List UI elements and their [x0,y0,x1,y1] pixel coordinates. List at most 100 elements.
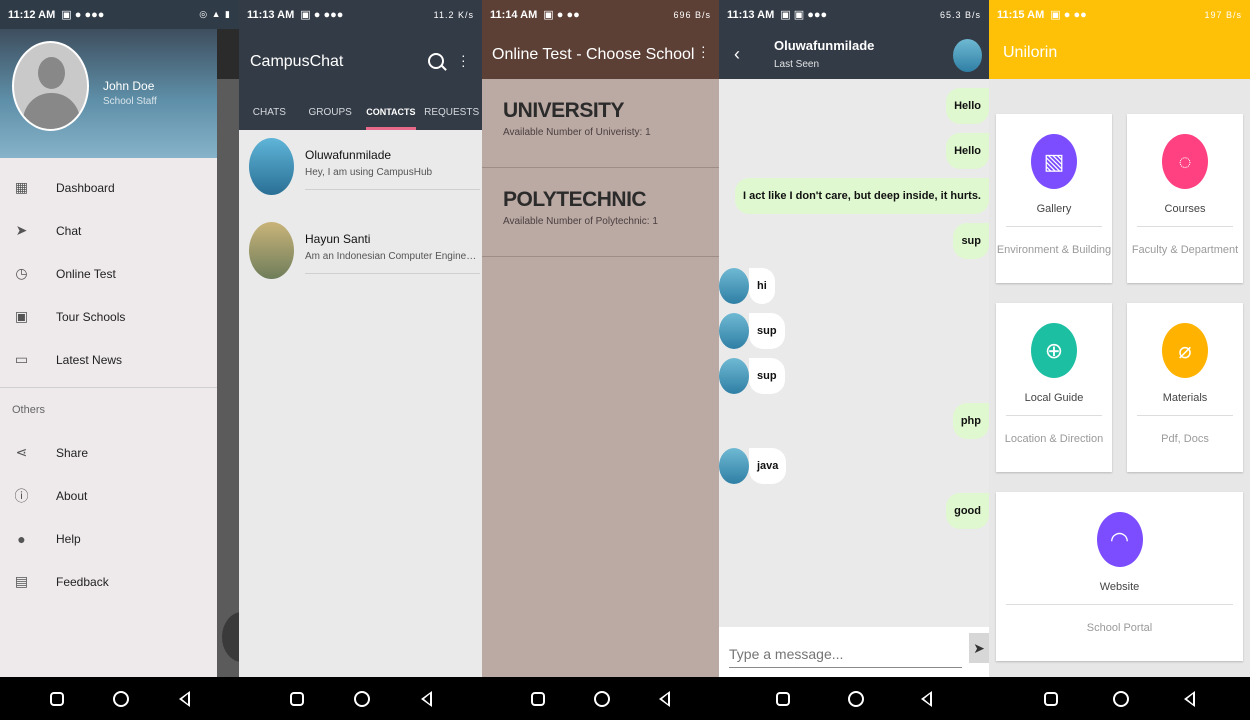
status-bar: 11:13 AM ▣ ● ●●● 11.2 K/s [239,0,482,29]
back-button[interactable] [659,690,670,707]
tab-chats[interactable]: CHATS [239,94,300,130]
system-nav-bar [239,677,482,720]
tab-requests[interactable]: REQUESTS [421,94,482,130]
card-title: Local Guide [1024,392,1084,404]
system-nav-bar [989,677,1250,720]
send-icon: ➤ [15,222,28,238]
user-name: John Doe [103,79,155,93]
info-icon: ⓘ [14,487,29,504]
message-input[interactable] [729,640,962,668]
menu-item-label: Tour Schools [56,309,126,324]
home-button[interactable] [1113,690,1129,707]
menu-item-latest-news[interactable]: ▭ Latest News [0,338,217,381]
card-website[interactable]: ◠ Website School Portal [996,492,1243,661]
message-incoming[interactable]: sup [749,313,785,349]
card-courses[interactable]: ◌ Courses Faculty & Department [1127,114,1243,283]
avatar-head [38,57,65,89]
home-button[interactable] [354,690,370,707]
message-incoming[interactable]: hi [749,268,775,304]
system-nav-bar [0,677,239,720]
contact-avatar [249,138,294,195]
tab-contacts[interactable]: CONTACTS [361,94,422,130]
menu-item-label: Online Test [56,266,116,281]
divider [305,273,480,274]
menu-item-online-test[interactable]: ◷ Online Test [0,252,217,295]
network-speed: 696 B/s [673,9,711,20]
network-speed: 11.2 K/s [433,9,474,20]
menu-item-feedback[interactable]: ▤ Feedback [0,560,217,603]
app-bar: Online Test - Choose School · · · [482,29,719,79]
status-bar: 11:15 AM ▣ ● ●● 197 B/s [989,0,1250,29]
avatar[interactable] [953,39,982,72]
home-button[interactable] [847,690,864,707]
tab-bar: CHATS GROUPS CONTACTS REQUESTS [239,94,482,130]
overflow-menu-icon[interactable]: · · · [701,39,706,63]
menu-item-about[interactable]: ⓘ About [0,474,217,517]
avatar[interactable] [12,41,89,131]
send-button[interactable]: ➤ [969,633,989,663]
card-subtitle: Pdf, Docs [1161,433,1209,445]
notification-icons: ▣ ● ●●● [300,9,344,21]
app-title: Online Test - Choose School [492,46,695,63]
home-button[interactable] [594,690,610,707]
status-time: 11:15 AM [997,8,1045,21]
card-materials[interactable]: ⌀ Materials Pdf, Docs [1127,303,1243,472]
divider [1137,226,1233,227]
status-bar: 11:14 AM ▣ ● ●● 696 B/s [482,0,719,29]
recent-apps-button[interactable] [531,691,545,706]
school-item-polytechnic[interactable]: POLYTECHNIC Available Number of Polytech… [482,168,719,257]
card-title: Website [1099,581,1140,593]
message-incoming[interactable]: sup [749,358,785,394]
card-gallery[interactable]: ▧ Gallery Environment & Building [996,114,1112,283]
app-title: Unilorin [1003,44,1058,61]
menu-item-chat[interactable]: ➤ Chat [0,209,217,252]
message-avatar [719,358,749,394]
overflow-menu-icon[interactable]: · · · [461,48,466,72]
tab-groups[interactable]: GROUPS [300,94,361,130]
recent-apps-button[interactable] [1044,691,1058,706]
school-count: Available Number of Univeristy: 1 [503,127,651,138]
feedback-icon: ▤ [14,573,29,589]
menu-item-share[interactable]: ⋖ Share [0,431,217,474]
menu-item-tour-schools[interactable]: ▣ Tour Schools [0,295,217,338]
recent-apps-button[interactable] [776,691,791,706]
search-icon[interactable] [428,53,444,69]
back-button[interactable] [178,690,190,707]
recent-apps-button[interactable] [49,691,64,706]
menu-item-label: Share [56,445,89,460]
screen-choose-school: 11:14 AM ▣ ● ●● 696 B/s Online Test - Ch… [482,0,719,720]
avatar-body [23,93,80,129]
status-bar: 11:12 AM ▣ ● ●●● ◎ ▲ ▮ [0,0,239,29]
back-button[interactable] [920,690,932,707]
back-button[interactable] [1184,690,1195,707]
card-title: Courses [1164,203,1206,215]
video-library-icon: ▣ [14,308,29,324]
list-item[interactable]: Oluwafunmilade Hey, I am using CampusHub [239,130,482,214]
app-bar: CampusChat · · · CHATS GROUPS CONTACTS REQ… [239,29,482,130]
card-subtitle: Environment & Building [996,244,1112,256]
message-outgoing[interactable]: php [952,403,989,439]
home-button[interactable] [113,690,129,707]
back-button[interactable] [420,690,432,707]
list-item[interactable]: Hayun Santi Am an Indonesian Computer En… [239,214,482,298]
message-incoming[interactable]: java [749,448,787,484]
message-outgoing[interactable]: good [946,493,989,529]
contact-name: Hayun Santi [305,232,371,246]
card-local-guide[interactable]: ⊕ Local Guide Location & Direction [996,303,1112,472]
message-outgoing[interactable]: I act like I don't care, but deep inside… [735,178,989,214]
app-bar: Unilorin [989,29,1250,79]
recent-apps-button[interactable] [289,691,304,706]
notification-icons: ▣ ● ●●● [61,9,105,21]
app-bar: ‹ Oluwafunmilade Last Seen [719,29,989,79]
back-arrow-icon[interactable]: ‹ [734,44,740,65]
message-outgoing[interactable]: sup [953,223,989,259]
message-outgoing[interactable]: Hello [946,88,989,124]
message-outgoing[interactable]: Hello [946,133,989,169]
add-circle-icon: ⊕ [1031,323,1077,378]
menu-item-dashboard[interactable]: ▦ Dashboard [0,166,217,209]
drawer-menu: ▦ Dashboard ➤ Chat ◷ Online Test ▣ Tour … [0,158,217,381]
menu-item-help[interactable]: ● Help [0,517,217,560]
menu-item-label: Dashboard [56,180,115,195]
school-item-university[interactable]: UNIVERSITY Available Number of Univerist… [482,79,719,168]
gallery-icon: ▧ [1031,134,1077,189]
